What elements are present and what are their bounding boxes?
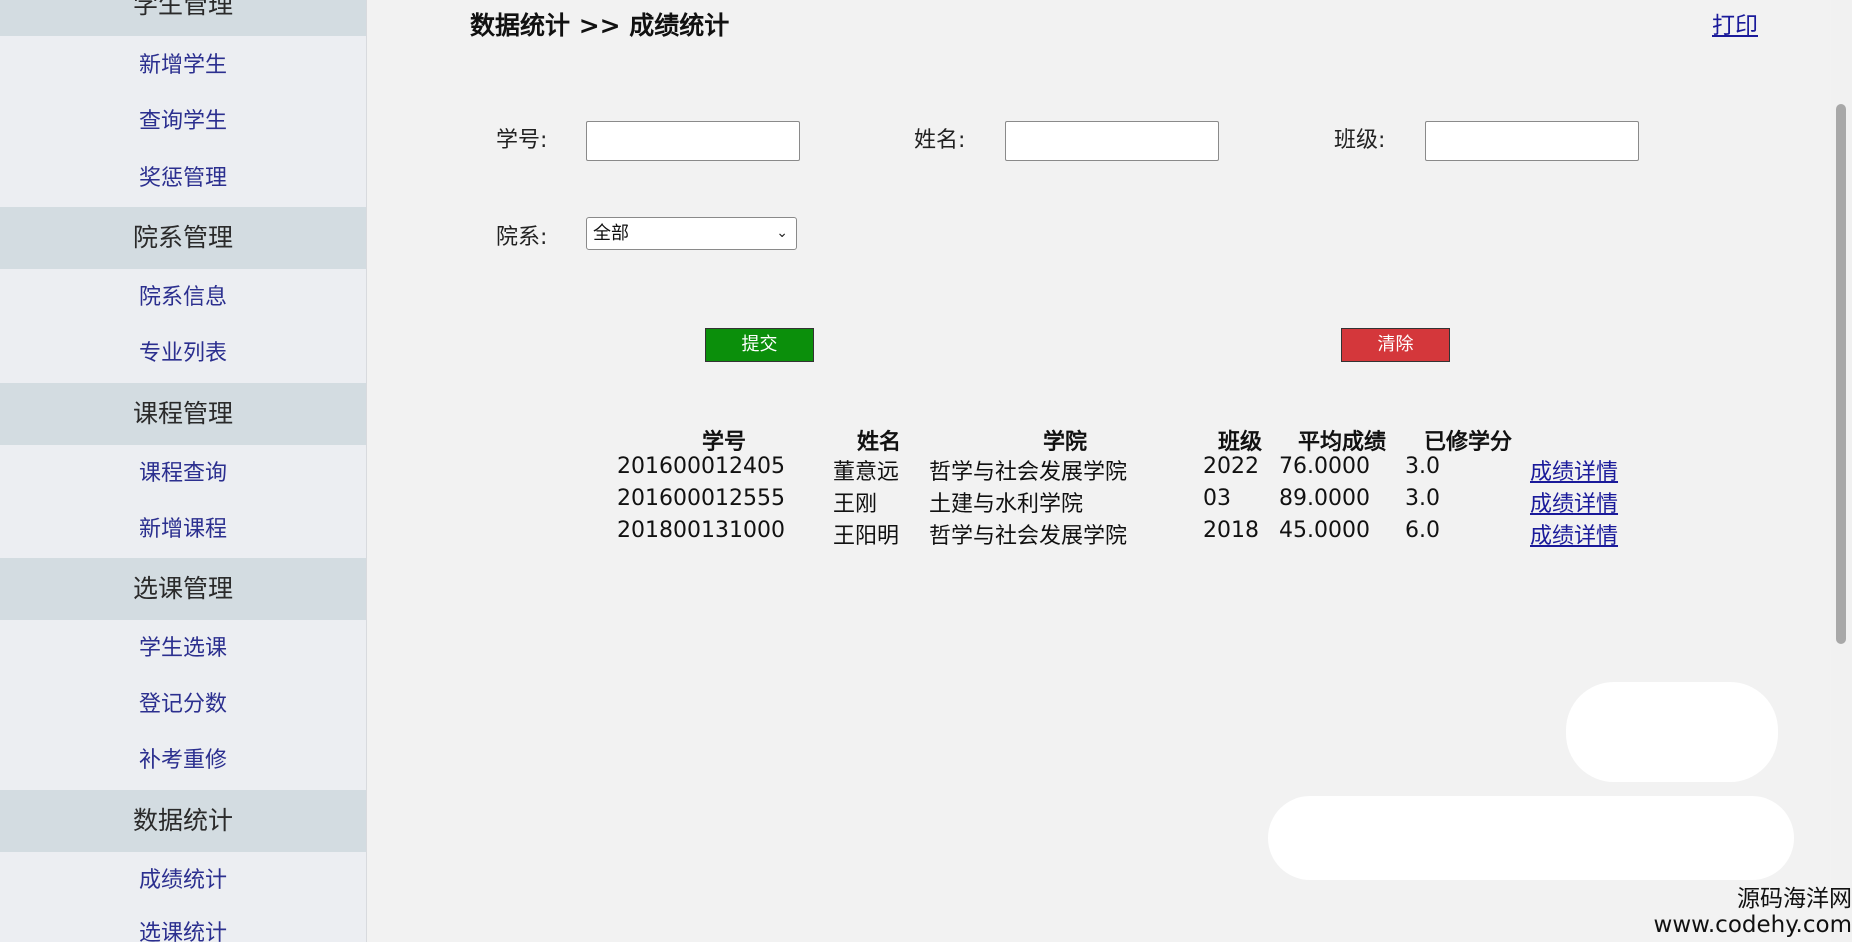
sidebar-item-query-student[interactable]: 查询学生	[0, 102, 366, 142]
cell-class: 2018	[1203, 518, 1259, 543]
cell-credits: 3.0	[1405, 454, 1440, 479]
cell-college: 哲学与社会发展学院	[929, 460, 1128, 485]
student-id-input[interactable]	[586, 121, 800, 161]
watermark: 源码海洋网 www.codehy.com	[1640, 886, 1852, 938]
cell-name: 董意远	[833, 460, 900, 485]
cell-student-id: 201800131000	[617, 518, 785, 543]
sidebar-group-student[interactable]: 学生管理	[0, 0, 366, 36]
cell-student-id: 201600012405	[617, 454, 785, 479]
cell-college: 哲学与社会发展学院	[929, 524, 1128, 549]
sidebar-item-major-list[interactable]: 专业列表	[0, 334, 366, 374]
sidebar-item-department-info[interactable]: 院系信息	[0, 278, 366, 318]
column-header-name: 姓名	[857, 430, 902, 455]
sidebar: 学生管理 新增学生 查询学生 奖惩管理 院系管理 院系信息 专业列表 课程管理 …	[0, 0, 367, 942]
sidebar-item-add-course[interactable]: 新增课程	[0, 510, 366, 550]
redaction-blob	[1566, 682, 1778, 782]
cell-average-score: 76.0000	[1279, 454, 1370, 479]
sidebar-group-statistics[interactable]: 数据统计	[0, 790, 366, 852]
column-header-credits: 已修学分	[1424, 430, 1513, 455]
cell-name: 王阳明	[833, 524, 900, 549]
cell-credits: 3.0	[1405, 486, 1440, 511]
column-header-average-score: 平均成绩	[1298, 430, 1387, 455]
score-detail-link[interactable]: 成绩详情	[1530, 454, 1618, 486]
page-title: 数据统计 >> 成绩统计	[470, 11, 730, 40]
student-id-label: 学号:	[496, 128, 548, 153]
print-link[interactable]: 打印	[1712, 6, 1758, 40]
cell-average-score: 45.0000	[1279, 518, 1370, 543]
chevron-down-icon: ⌄	[776, 225, 788, 241]
cell-average-score: 89.0000	[1279, 486, 1370, 511]
sidebar-group-course[interactable]: 课程管理	[0, 383, 366, 445]
cell-credits: 6.0	[1405, 518, 1440, 543]
submit-button[interactable]: 提交	[705, 328, 814, 362]
department-select[interactable]: 全部 ⌄	[586, 217, 797, 250]
cell-name: 王刚	[833, 492, 878, 517]
cell-class: 03	[1203, 486, 1231, 511]
department-label: 院系:	[496, 225, 548, 250]
sidebar-item-course-query[interactable]: 课程查询	[0, 454, 366, 494]
class-label: 班级:	[1334, 128, 1386, 153]
column-header-student-id: 学号	[702, 430, 747, 455]
sidebar-item-student-selection[interactable]: 学生选课	[0, 629, 366, 669]
sidebar-item-record-score[interactable]: 登记分数	[0, 685, 366, 725]
name-input[interactable]	[1005, 121, 1219, 161]
watermark-url: www.codehy.com	[1653, 912, 1852, 938]
name-label: 姓名:	[914, 128, 966, 153]
sidebar-group-department[interactable]: 院系管理	[0, 207, 366, 269]
score-detail-link[interactable]: 成绩详情	[1530, 486, 1618, 518]
column-header-class: 班级	[1218, 430, 1263, 455]
cell-student-id: 201600012555	[617, 486, 785, 511]
cell-college: 土建与水利学院	[929, 492, 1084, 517]
clear-button[interactable]: 清除	[1341, 328, 1450, 362]
cell-class: 2022	[1203, 454, 1259, 479]
redaction-blob	[1268, 796, 1794, 880]
sidebar-item-makeup-retake[interactable]: 补考重修	[0, 741, 366, 781]
column-header-college: 学院	[1043, 430, 1088, 455]
score-detail-link[interactable]: 成绩详情	[1530, 518, 1618, 550]
watermark-title: 源码海洋网	[1737, 886, 1852, 912]
sidebar-item-selection-stats[interactable]: 选课统计	[0, 914, 366, 942]
class-input[interactable]	[1425, 121, 1639, 161]
sidebar-item-score-stats[interactable]: 成绩统计	[0, 861, 366, 901]
sidebar-item-add-student[interactable]: 新增学生	[0, 46, 366, 86]
scrollbar-thumb[interactable]	[1836, 104, 1846, 644]
department-selected-value: 全部	[593, 223, 629, 244]
sidebar-item-rewards[interactable]: 奖惩管理	[0, 159, 366, 199]
sidebar-group-selection[interactable]: 选课管理	[0, 558, 366, 620]
